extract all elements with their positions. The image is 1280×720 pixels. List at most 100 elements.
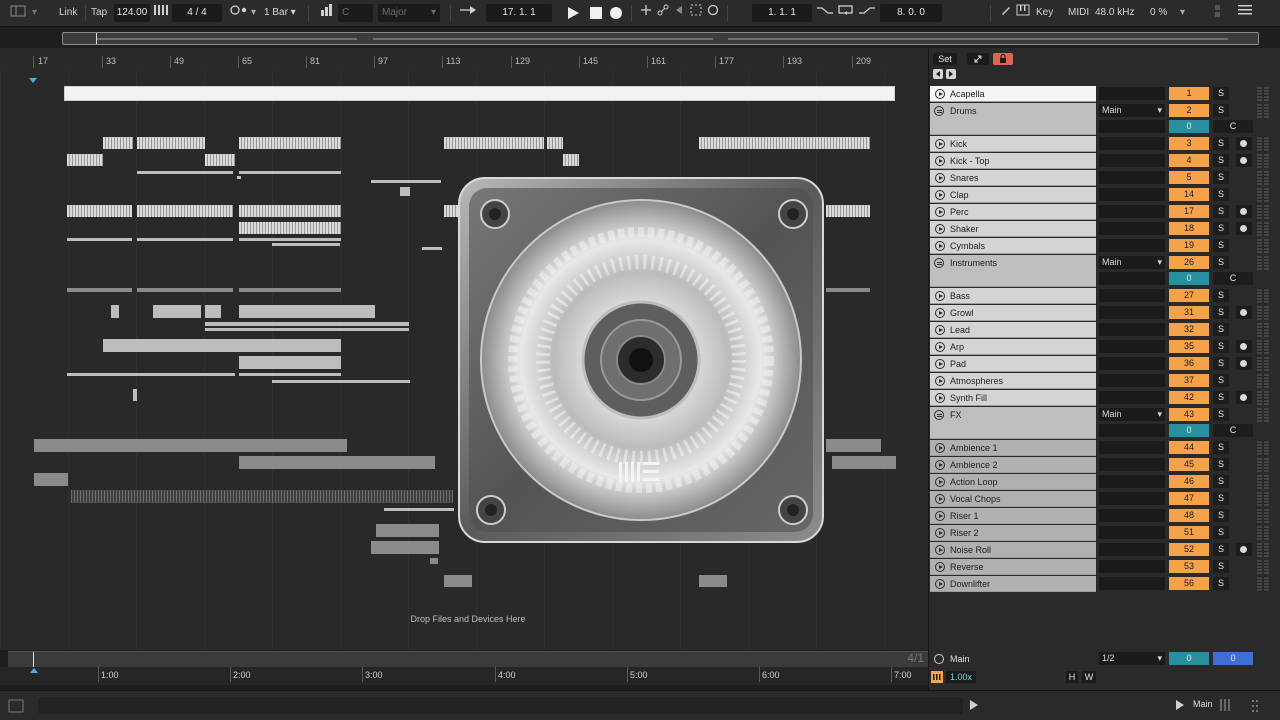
- track-activator[interactable]: 14: [1169, 188, 1209, 201]
- track-header[interactable]: Reverse: [930, 559, 1096, 575]
- tap-tempo-button[interactable]: Tap: [91, 4, 107, 22]
- track-header[interactable]: Downlifter: [930, 576, 1096, 592]
- clip[interactable]: [205, 322, 409, 326]
- key-map-button[interactable]: Key: [1036, 4, 1053, 22]
- clip[interactable]: [133, 389, 137, 401]
- group-input-select[interactable]: [1099, 424, 1165, 437]
- track-activator[interactable]: 37: [1169, 374, 1209, 387]
- clip[interactable]: [239, 305, 375, 318]
- clip[interactable]: [67, 238, 132, 241]
- group-volume[interactable]: 0: [1169, 424, 1209, 437]
- track-row[interactable]: Downlifter 56 S: [930, 576, 1280, 592]
- midi-map-button[interactable]: MIDI: [1068, 4, 1089, 22]
- group-sub-row[interactable]: 0C: [930, 119, 1280, 135]
- track-activator[interactable]: 19: [1169, 239, 1209, 252]
- key-select[interactable]: C: [338, 4, 373, 22]
- track-output-select[interactable]: [1099, 577, 1165, 590]
- track-output-select[interactable]: Main: [1099, 104, 1165, 117]
- group-fold-icon[interactable]: [934, 258, 944, 268]
- clip-stop-icon[interactable]: [935, 460, 945, 470]
- scale-select[interactable]: Major ▾: [378, 4, 440, 22]
- group-pan[interactable]: C: [1213, 120, 1253, 133]
- arm-icon[interactable]: [1236, 306, 1252, 319]
- link-button[interactable]: Link: [59, 4, 77, 22]
- play-button[interactable]: [566, 4, 580, 22]
- track-header[interactable]: Vocal Chops: [930, 491, 1096, 507]
- clip-stop-icon[interactable]: [935, 89, 945, 99]
- track-row[interactable]: Arp 35 S: [930, 339, 1280, 355]
- metronome-bars-icon[interactable]: [154, 4, 168, 22]
- clip[interactable]: [272, 380, 410, 383]
- solo-button[interactable]: S: [1213, 543, 1229, 556]
- solo-button[interactable]: S: [1213, 577, 1229, 590]
- arm-icon[interactable]: [1236, 154, 1252, 167]
- group-fold-icon[interactable]: [934, 410, 944, 420]
- clip[interactable]: [371, 180, 441, 183]
- track-row[interactable]: Instruments Main 26 S: [930, 255, 1280, 287]
- punch-in-icon[interactable]: [816, 4, 834, 22]
- track-header[interactable]: Clap: [930, 187, 1096, 203]
- clip[interactable]: [153, 305, 201, 318]
- clip-stop-icon[interactable]: [935, 443, 945, 453]
- solo-button[interactable]: S: [1213, 256, 1229, 269]
- follow-icon[interactable]: [931, 671, 943, 683]
- view-toggle-icon[interactable]: [10, 4, 26, 22]
- stop-button[interactable]: [589, 4, 603, 22]
- group-input-select[interactable]: [1099, 120, 1165, 133]
- clip[interactable]: [67, 154, 103, 166]
- track-row[interactable]: Action Loop 46 S: [930, 474, 1280, 490]
- track-output-select[interactable]: Main: [1099, 408, 1165, 421]
- clip-stop-icon[interactable]: [935, 511, 945, 521]
- main-output-select[interactable]: 1/2: [1099, 652, 1165, 665]
- resize-grip-icon[interactable]: [1252, 697, 1264, 716]
- clip-stop-icon[interactable]: [935, 342, 945, 352]
- track-row[interactable]: Drums Main 2S: [930, 103, 1280, 135]
- track-output-select[interactable]: [1099, 137, 1165, 150]
- clip-stop-icon[interactable]: [935, 579, 945, 589]
- track-output-select[interactable]: [1099, 560, 1165, 573]
- solo-button[interactable]: S: [1213, 560, 1229, 573]
- clip[interactable]: [67, 288, 132, 292]
- clip-stop-icon[interactable]: [935, 308, 945, 318]
- clip-stop-icon[interactable]: [935, 477, 945, 487]
- track-activator[interactable]: 18: [1169, 222, 1209, 235]
- main-track-header[interactable]: Main: [930, 651, 1096, 667]
- clip-stop-icon[interactable]: [935, 393, 945, 403]
- group-pan[interactable]: C: [1213, 272, 1253, 285]
- solo-button[interactable]: S: [1213, 171, 1229, 184]
- track-row[interactable]: Noise Roll 52 S: [930, 542, 1280, 558]
- arm-icon[interactable]: [1236, 222, 1252, 235]
- solo-button[interactable]: S: [1213, 475, 1229, 488]
- clip[interactable]: [563, 154, 579, 166]
- clip[interactable]: [239, 456, 435, 469]
- track-header[interactable]: Kick: [930, 136, 1096, 152]
- clip[interactable]: [239, 238, 341, 241]
- clip-stop-icon[interactable]: [935, 139, 945, 149]
- clip[interactable]: [34, 473, 68, 486]
- clip[interactable]: [699, 137, 870, 149]
- track-header[interactable]: Bass: [930, 288, 1096, 304]
- track-activator[interactable]: 4: [1169, 154, 1209, 167]
- track-row[interactable]: Vocal Chops 47 S: [930, 491, 1280, 507]
- track-activator[interactable]: 44: [1169, 441, 1209, 454]
- clip-stop-icon[interactable]: [935, 241, 945, 251]
- clip[interactable]: [444, 575, 472, 587]
- solo-button[interactable]: S: [1213, 154, 1229, 167]
- track-row[interactable]: Reverse 53 S: [930, 559, 1280, 575]
- clip[interactable]: [205, 328, 409, 331]
- status-play-icon[interactable]: [970, 700, 978, 713]
- clip[interactable]: [137, 171, 233, 174]
- clip-stop-icon[interactable]: [935, 190, 945, 200]
- track-output-select[interactable]: Main: [1099, 256, 1165, 269]
- track-activator[interactable]: 48: [1169, 509, 1209, 522]
- group-volume[interactable]: 0: [1169, 120, 1209, 133]
- clip[interactable]: [371, 541, 439, 554]
- arm-icon[interactable]: [1236, 340, 1252, 353]
- track-activator[interactable]: 17: [1169, 205, 1209, 218]
- track-header[interactable]: Action Loop: [930, 474, 1096, 490]
- track-output-select[interactable]: [1099, 154, 1165, 167]
- clip[interactable]: [103, 339, 341, 352]
- clip[interactable]: [430, 558, 438, 564]
- solo-button[interactable]: S: [1213, 340, 1229, 353]
- record-button[interactable]: [609, 4, 623, 22]
